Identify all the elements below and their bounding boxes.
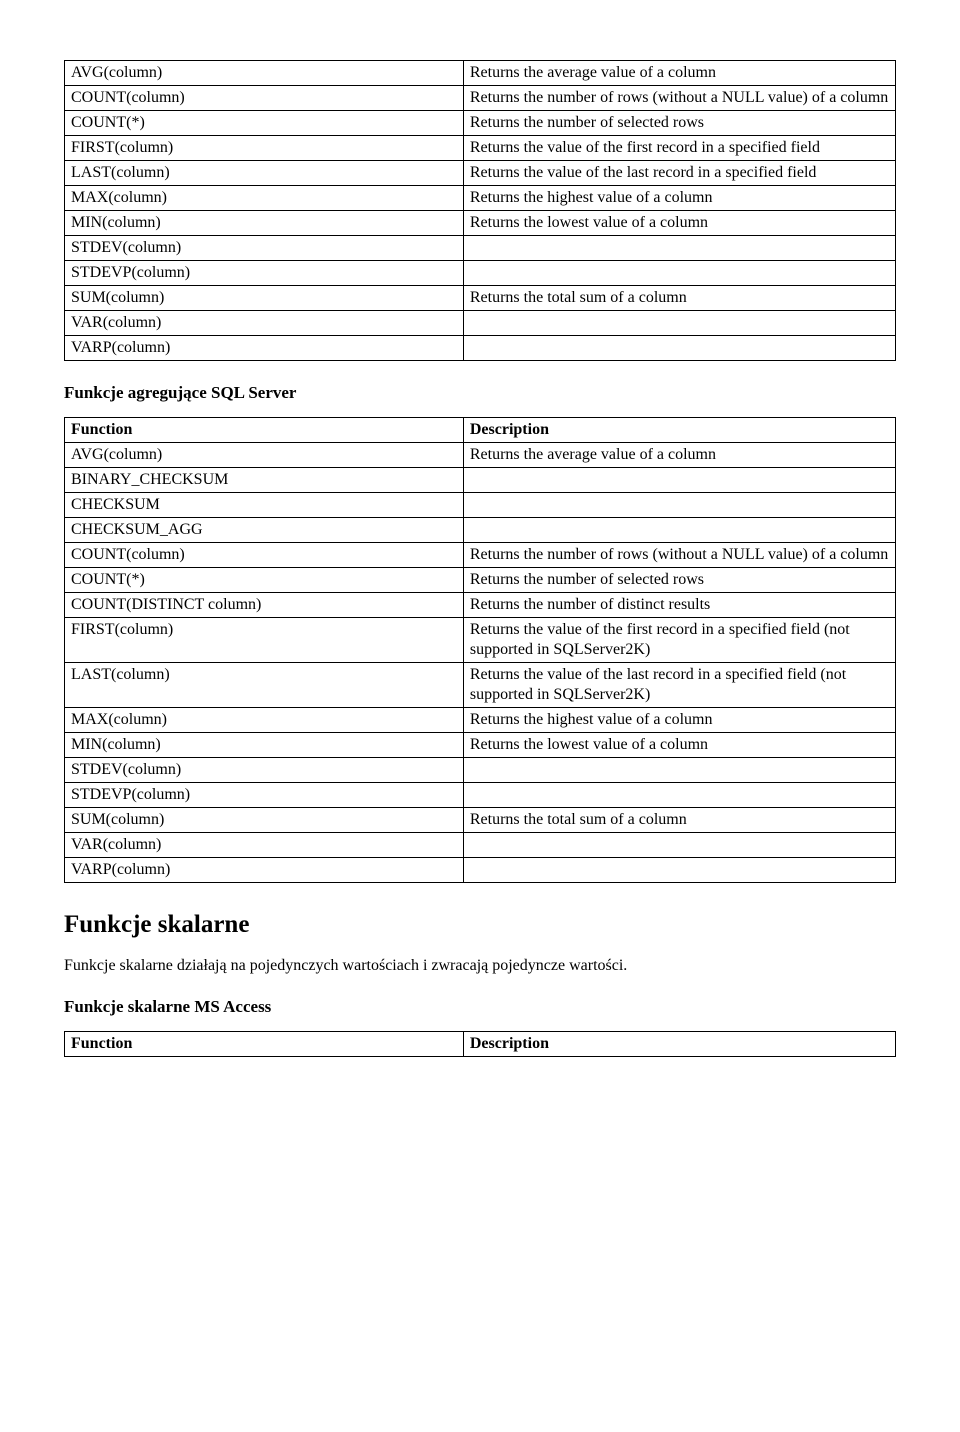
function-cell: AVG(column) (65, 443, 464, 468)
table-row: VARP(column) (65, 858, 896, 883)
description-cell (463, 336, 895, 361)
table-header-row: Function Description (65, 1032, 896, 1057)
aggregate-sqlserver-table: Function Description AVG(column) Returns… (64, 417, 896, 883)
function-cell: COUNT(column) (65, 543, 464, 568)
description-cell (463, 261, 895, 286)
description-cell (463, 518, 895, 543)
function-cell: CHECKSUM_AGG (65, 518, 464, 543)
table-row: COUNT(*) Returns the number of selected … (65, 568, 896, 593)
scalar-paragraph: Funkcje skalarne działają na pojedynczyc… (64, 957, 896, 975)
function-cell: CHECKSUM (65, 493, 464, 518)
description-cell: Returns the highest value of a column (463, 708, 895, 733)
function-cell: SUM(column) (65, 808, 464, 833)
table-header-row: Function Description (65, 418, 896, 443)
description-cell (463, 236, 895, 261)
function-cell: LAST(column) (65, 161, 464, 186)
function-header: Function (65, 1032, 464, 1057)
table-row: STDEV(column) (65, 758, 896, 783)
table-row: VAR(column) (65, 311, 896, 336)
table-row: MAX(column) Returns the highest value of… (65, 186, 896, 211)
table-row: COUNT(*) Returns the number of selected … (65, 111, 896, 136)
description-cell: Returns the highest value of a column (463, 186, 895, 211)
description-cell: Returns the total sum of a column (463, 808, 895, 833)
function-cell: STDEVP(column) (65, 261, 464, 286)
heading-scalar-msaccess: Funkcje skalarne MS Access (64, 997, 896, 1017)
description-cell (463, 493, 895, 518)
function-cell: BINARY_CHECKSUM (65, 468, 464, 493)
table-row: MIN(column) Returns the lowest value of … (65, 211, 896, 236)
function-header: Function (65, 418, 464, 443)
scalar-msaccess-table: Function Description (64, 1031, 896, 1057)
description-header: Description (463, 418, 895, 443)
description-cell: Returns the value of the last record in … (463, 663, 895, 708)
function-cell: COUNT(*) (65, 568, 464, 593)
function-cell: VAR(column) (65, 311, 464, 336)
table-row: VARP(column) (65, 336, 896, 361)
table-row: LAST(column) Returns the value of the la… (65, 161, 896, 186)
heading-aggregate-sqlserver: Funkcje agregujące SQL Server (64, 383, 896, 403)
table-row: BINARY_CHECKSUM (65, 468, 896, 493)
description-cell: Returns the value of the first record in… (463, 136, 895, 161)
description-cell (463, 833, 895, 858)
description-cell: Returns the lowest value of a column (463, 733, 895, 758)
table-row: MAX(column) Returns the highest value of… (65, 708, 896, 733)
description-cell: Returns the number of selected rows (463, 568, 895, 593)
function-cell: COUNT(DISTINCT column) (65, 593, 464, 618)
function-cell: COUNT(*) (65, 111, 464, 136)
function-cell: SUM(column) (65, 286, 464, 311)
function-cell: AVG(column) (65, 61, 464, 86)
table-row: CHECKSUM_AGG (65, 518, 896, 543)
function-cell: MIN(column) (65, 211, 464, 236)
table-row: FIRST(column) Returns the value of the f… (65, 136, 896, 161)
description-cell (463, 783, 895, 808)
function-cell: MIN(column) (65, 733, 464, 758)
description-cell: Returns the value of the last record in … (463, 161, 895, 186)
function-cell: STDEV(column) (65, 758, 464, 783)
function-cell: COUNT(column) (65, 86, 464, 111)
function-cell: MAX(column) (65, 186, 464, 211)
function-cell: STDEV(column) (65, 236, 464, 261)
description-cell (463, 858, 895, 883)
function-cell: VARP(column) (65, 858, 464, 883)
table-row: AVG(column) Returns the average value of… (65, 443, 896, 468)
table-row: LAST(column) Returns the value of the la… (65, 663, 896, 708)
function-cell: FIRST(column) (65, 618, 464, 663)
description-cell: Returns the lowest value of a column (463, 211, 895, 236)
description-cell: Returns the value of the first record in… (463, 618, 895, 663)
function-cell: LAST(column) (65, 663, 464, 708)
description-cell: Returns the number of rows (without a NU… (463, 86, 895, 111)
function-cell: STDEVP(column) (65, 783, 464, 808)
function-cell: VARP(column) (65, 336, 464, 361)
description-cell: Returns the number of distinct results (463, 593, 895, 618)
description-header: Description (463, 1032, 895, 1057)
table-row: SUM(column) Returns the total sum of a c… (65, 286, 896, 311)
table-row: MIN(column) Returns the lowest value of … (65, 733, 896, 758)
table-row: SUM(column) Returns the total sum of a c… (65, 808, 896, 833)
description-cell: Returns the average value of a column (463, 61, 895, 86)
table-row: AVG(column) Returns the average value of… (65, 61, 896, 86)
description-cell (463, 468, 895, 493)
description-cell: Returns the number of selected rows (463, 111, 895, 136)
function-cell: VAR(column) (65, 833, 464, 858)
table-row: STDEVP(column) (65, 261, 896, 286)
table-row: STDEV(column) (65, 236, 896, 261)
table-row: COUNT(column) Returns the number of rows… (65, 86, 896, 111)
description-cell: Returns the average value of a column (463, 443, 895, 468)
function-cell: MAX(column) (65, 708, 464, 733)
table-row: COUNT(column) Returns the number of rows… (65, 543, 896, 568)
heading-scalar-functions: Funkcje skalarne (64, 911, 896, 939)
table-row: STDEVP(column) (65, 783, 896, 808)
aggregate-functions-table: AVG(column) Returns the average value of… (64, 60, 896, 361)
table-row: VAR(column) (65, 833, 896, 858)
table-row: COUNT(DISTINCT column) Returns the numbe… (65, 593, 896, 618)
description-cell: Returns the number of rows (without a NU… (463, 543, 895, 568)
table-row: FIRST(column) Returns the value of the f… (65, 618, 896, 663)
function-cell: FIRST(column) (65, 136, 464, 161)
description-cell: Returns the total sum of a column (463, 286, 895, 311)
description-cell (463, 311, 895, 336)
description-cell (463, 758, 895, 783)
table-row: CHECKSUM (65, 493, 896, 518)
